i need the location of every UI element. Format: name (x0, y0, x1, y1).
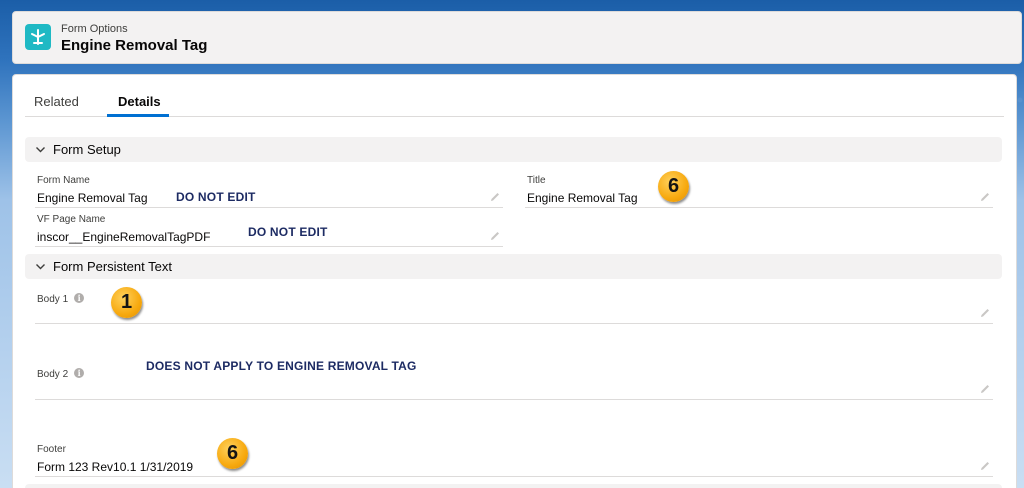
tab-details[interactable]: Details (118, 94, 161, 109)
section-title: Form Setup (53, 142, 121, 157)
field-label: Body 1i (37, 293, 85, 305)
form-icon (25, 24, 51, 50)
section-form-setup[interactable]: Form Setup (25, 137, 1002, 162)
detail-card: Related Details Form Setup Form Name Eng… (12, 74, 1017, 488)
object-label: Form Options (61, 23, 128, 35)
edit-pencil-icon[interactable] (979, 459, 991, 471)
info-icon[interactable]: i (74, 293, 85, 303)
callout-badge: 1 (111, 287, 142, 318)
callout-badge: 6 (658, 171, 689, 202)
tab-related[interactable]: Related (34, 94, 79, 109)
edit-pencil-icon[interactable] (979, 382, 991, 394)
field-label: Body 2i (37, 368, 85, 380)
field-value: Form 123 Rev10.1 1/31/2019 (37, 460, 194, 474)
section-title: Form Persistent Text (53, 259, 172, 274)
chevron-down-icon (36, 147, 45, 153)
edit-pencil-icon[interactable] (979, 306, 991, 318)
edit-pencil-icon[interactable] (489, 190, 501, 202)
field-value: Engine Removal Tag (527, 191, 638, 205)
field-body1: Body 1i (35, 288, 993, 324)
tab-bar: Related Details (25, 75, 1004, 117)
field-label: Form Name (37, 175, 90, 186)
field-form-name: Form Name Engine Removal Tag (35, 170, 503, 208)
record-header: Form Options Engine Removal Tag (12, 11, 1022, 64)
chevron-down-icon (36, 264, 45, 270)
note-does-not-apply: DOES NOT APPLY TO ENGINE REMOVAL TAG (146, 359, 417, 373)
note-do-not-edit: DO NOT EDIT (248, 225, 328, 239)
field-value: inscor__EngineRemovalTagPDF (37, 230, 211, 244)
section-form-persistent-text[interactable]: Form Persistent Text (25, 254, 1002, 279)
callout-badge: 6 (217, 438, 248, 469)
edit-pencil-icon[interactable] (489, 229, 501, 241)
note-do-not-edit: DO NOT EDIT (176, 190, 256, 204)
field-footer: Footer Form 123 Rev10.1 1/31/2019 (35, 439, 993, 477)
field-value: Engine Removal Tag (37, 191, 148, 205)
info-icon[interactable]: i (74, 368, 85, 378)
field-label: VF Page Name (37, 214, 106, 225)
section-next (25, 484, 1002, 488)
form-icon-glyph (31, 29, 45, 45)
field-label: Title (527, 175, 546, 186)
active-tab-indicator (107, 114, 169, 117)
field-label: Footer (37, 444, 66, 455)
field-title: Title Engine Removal Tag (525, 170, 993, 208)
record-title: Engine Removal Tag (61, 37, 208, 54)
edit-pencil-icon[interactable] (979, 190, 991, 202)
